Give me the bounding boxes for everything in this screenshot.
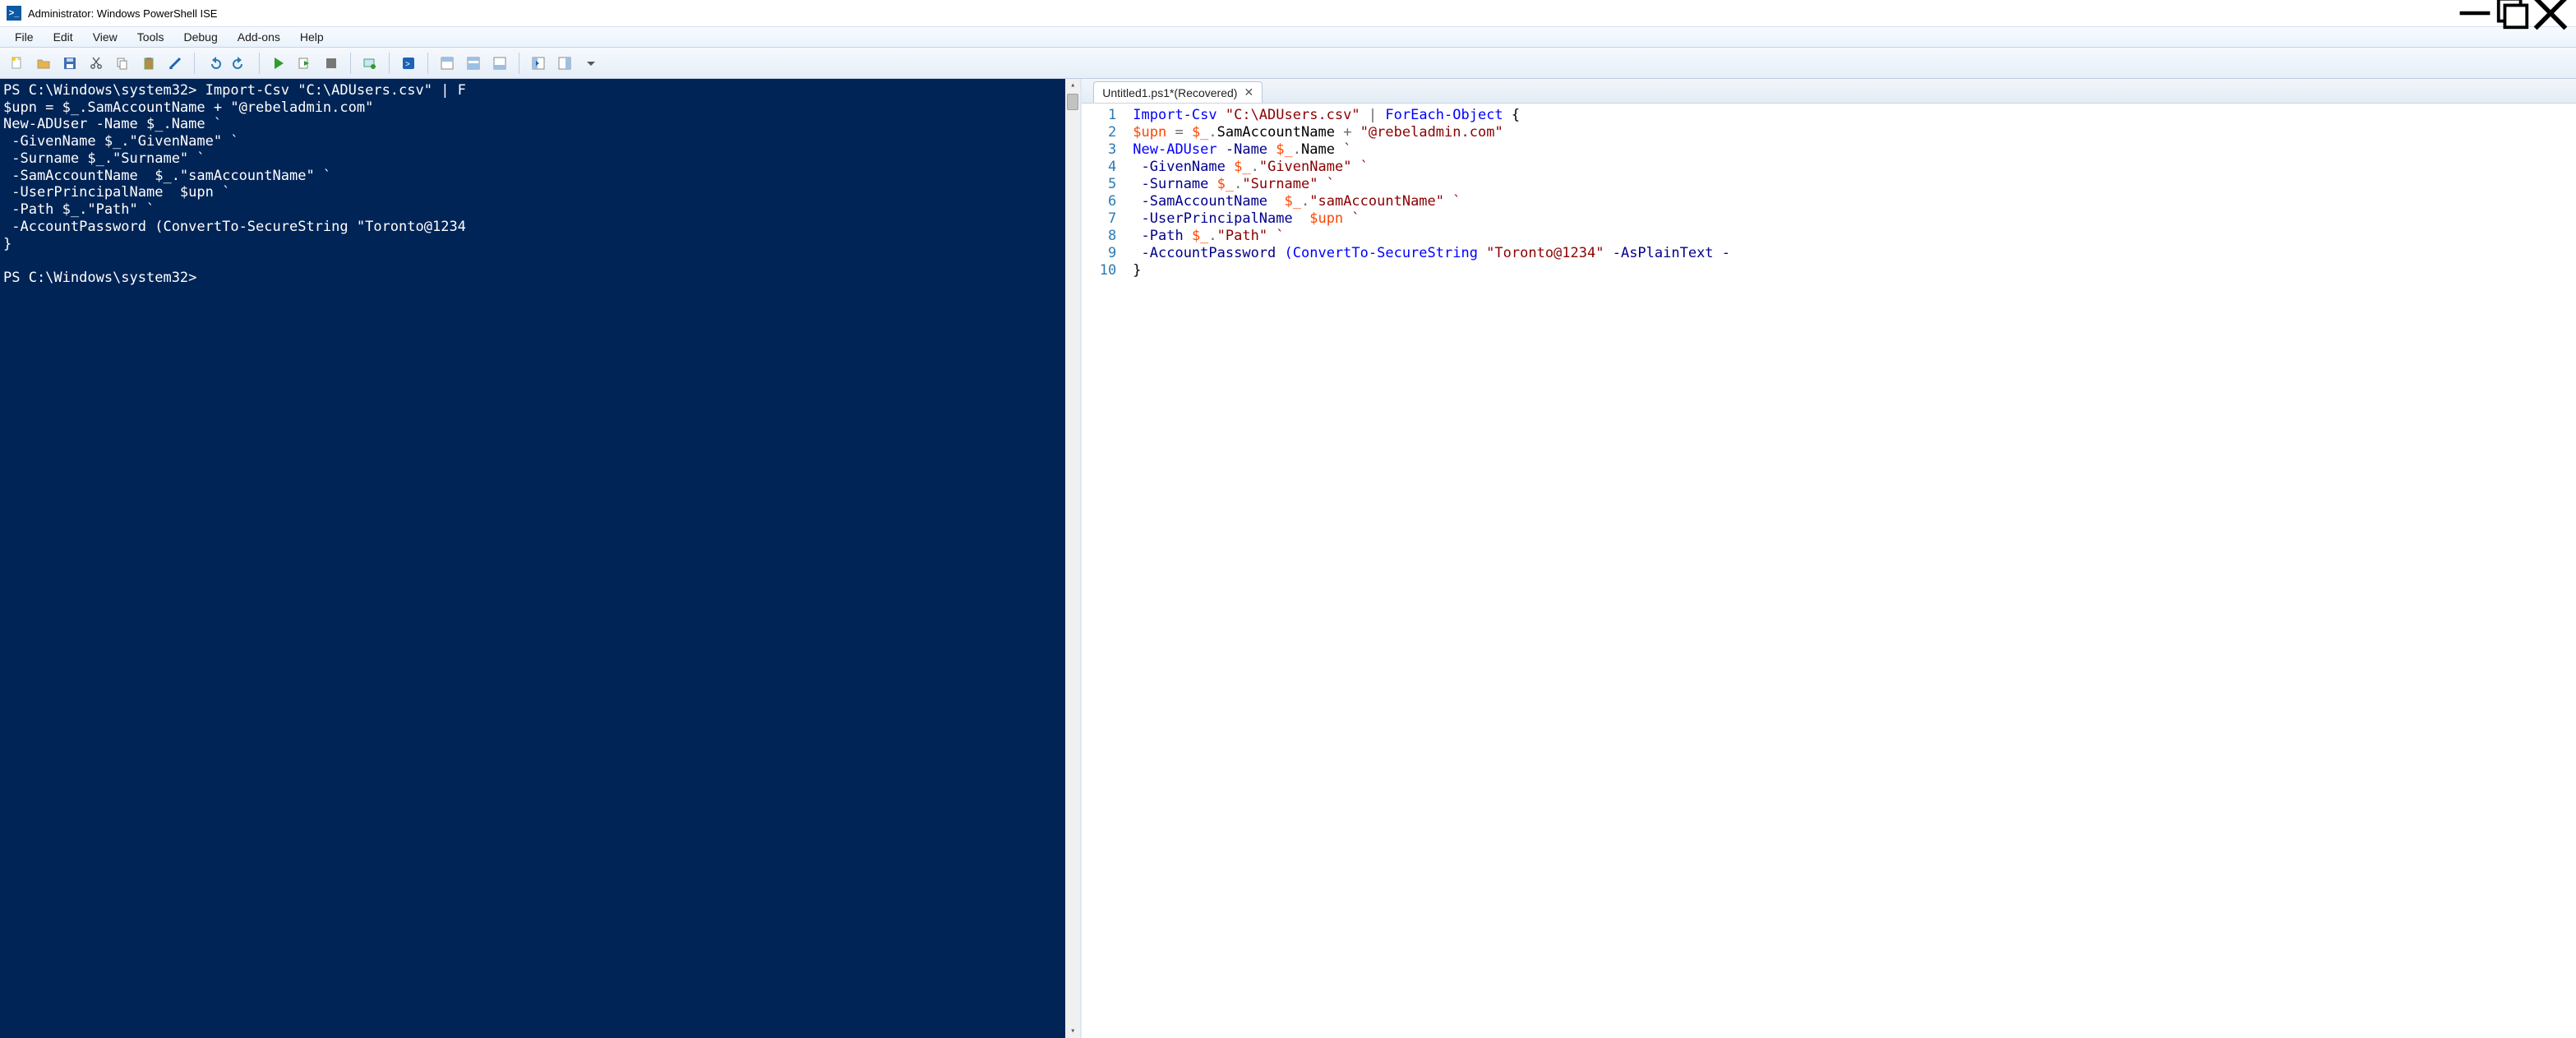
line-number: 6 [1082, 193, 1116, 210]
toolbar-separator [427, 53, 428, 74]
pane-side2-icon[interactable] [552, 51, 577, 76]
svg-text:>: > [405, 60, 410, 69]
code-line[interactable]: -SamAccountName $_."samAccountName" ` [1133, 193, 2576, 210]
redo-icon[interactable] [228, 51, 252, 76]
open-file-icon[interactable] [31, 51, 56, 76]
pane-split-icon[interactable] [461, 51, 486, 76]
line-number: 7 [1082, 210, 1116, 228]
line-number: 4 [1082, 159, 1116, 176]
line-number: 9 [1082, 245, 1116, 262]
main-area: PS C:\Windows\system32> Import-Csv "C:\A… [0, 79, 2576, 1038]
line-number: 2 [1082, 124, 1116, 141]
line-number: 10 [1082, 262, 1116, 279]
run-icon[interactable] [266, 51, 291, 76]
toolbar-separator [259, 53, 260, 74]
code-line[interactable]: $upn = $_.SamAccountName + "@rebeladmin.… [1133, 124, 2576, 141]
stop-icon[interactable] [319, 51, 344, 76]
scroll-thumb[interactable] [1067, 94, 1078, 110]
console-text[interactable]: PS C:\Windows\system32> Import-Csv "C:\A… [3, 82, 1077, 287]
title-bar: >_ Administrator: Windows PowerShell ISE [0, 0, 2576, 26]
maximize-button[interactable] [2494, 0, 2532, 26]
powershell-icon[interactable]: > [396, 51, 421, 76]
cut-icon[interactable] [84, 51, 108, 76]
code-line[interactable]: New-ADUser -Name $_.Name ` [1133, 141, 2576, 159]
script-tab[interactable]: Untitled1.ps1*(Recovered) ✕ [1093, 81, 1263, 103]
copy-icon[interactable] [110, 51, 135, 76]
line-number: 5 [1082, 176, 1116, 193]
line-number: 3 [1082, 141, 1116, 159]
clear-icon[interactable] [163, 51, 187, 76]
menu-view[interactable]: View [83, 28, 127, 46]
paste-icon[interactable] [136, 51, 161, 76]
code-line[interactable]: -AccountPassword (ConvertTo-SecureString… [1133, 245, 2576, 262]
overflow-icon[interactable] [579, 51, 603, 76]
remote-icon[interactable] [358, 51, 382, 76]
close-button[interactable] [2532, 0, 2569, 26]
toolbar-separator [389, 53, 390, 74]
scroll-up-icon[interactable]: ▴ [1065, 79, 1080, 92]
tab-label: Untitled1.ps1*(Recovered) [1102, 86, 1237, 99]
window-title: Administrator: Windows PowerShell ISE [28, 7, 217, 20]
menu-tools[interactable]: Tools [127, 28, 174, 46]
minimize-button[interactable] [2456, 0, 2494, 26]
code-line[interactable]: } [1133, 262, 2576, 279]
new-file-icon[interactable] [5, 51, 30, 76]
tab-strip: Untitled1.ps1*(Recovered) ✕ [1082, 79, 2576, 104]
save-icon[interactable] [58, 51, 82, 76]
toolbar: > [0, 48, 2576, 79]
line-number: 1 [1082, 107, 1116, 124]
menu-bar: FileEditViewToolsDebugAdd-onsHelp [0, 26, 2576, 48]
menu-help[interactable]: Help [290, 28, 334, 46]
app-icon-glyph: >_ [9, 8, 20, 18]
code-line[interactable]: -UserPrincipalName $upn ` [1133, 210, 2576, 228]
script-editor[interactable]: 12345678910 Import-Csv "C:\ADUsers.csv" … [1082, 104, 2576, 1038]
menu-add-ons[interactable]: Add-ons [228, 28, 290, 46]
menu-file[interactable]: File [5, 28, 44, 46]
toolbar-separator [350, 53, 351, 74]
menu-edit[interactable]: Edit [44, 28, 83, 46]
pane-script-icon[interactable] [487, 51, 512, 76]
scroll-down-icon[interactable]: ▾ [1065, 1025, 1080, 1038]
console-pane[interactable]: PS C:\Windows\system32> Import-Csv "C:\A… [0, 79, 1082, 1038]
pane-side1-icon[interactable] [526, 51, 551, 76]
line-gutter: 12345678910 [1082, 104, 1124, 1038]
menu-debug[interactable]: Debug [173, 28, 227, 46]
code-line[interactable]: -GivenName $_."GivenName" ` [1133, 159, 2576, 176]
code-line[interactable]: -Path $_."Path" ` [1133, 228, 2576, 245]
line-number: 8 [1082, 228, 1116, 245]
code-area[interactable]: Import-Csv "C:\ADUsers.csv" | ForEach-Ob… [1124, 104, 2576, 1038]
code-line[interactable]: -Surname $_."Surname" ` [1133, 176, 2576, 193]
tab-close-icon[interactable]: ✕ [1244, 85, 1253, 99]
app-icon: >_ [7, 6, 21, 21]
run-selection-icon[interactable] [293, 51, 317, 76]
undo-icon[interactable] [201, 51, 226, 76]
console-scrollbar[interactable]: ▴ ▾ [1065, 79, 1080, 1038]
pane-console-icon[interactable] [435, 51, 459, 76]
script-pane: Untitled1.ps1*(Recovered) ✕ 12345678910 … [1082, 79, 2576, 1038]
code-line[interactable]: Import-Csv "C:\ADUsers.csv" | ForEach-Ob… [1133, 107, 2576, 124]
toolbar-separator [194, 53, 195, 74]
